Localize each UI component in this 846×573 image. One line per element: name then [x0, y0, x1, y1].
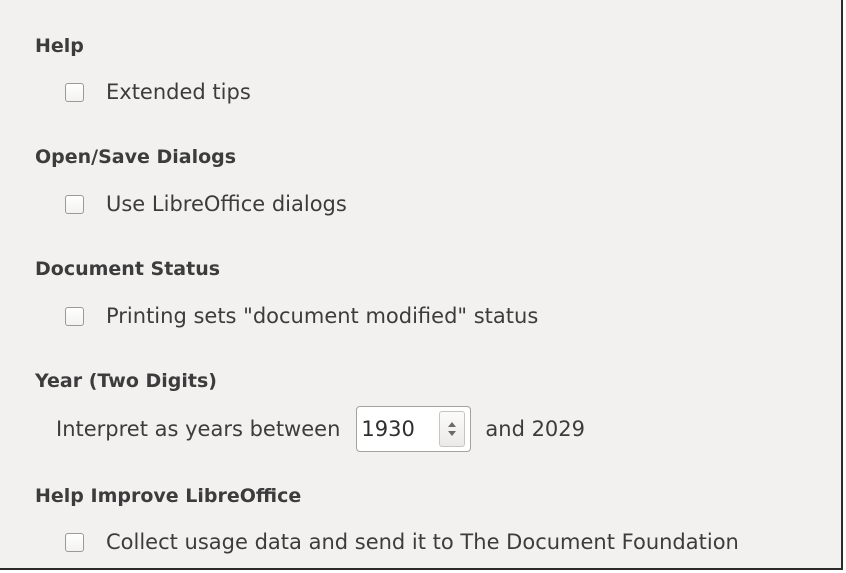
printing-sets-modified-option[interactable]: Printing sets "document modified" status [65, 304, 538, 328]
collect-usage-option[interactable]: Collect usage data and send it to The Do… [65, 530, 739, 554]
year-range-row: Interpret as years between 1930 and 2029 [56, 406, 585, 452]
spin-up-icon[interactable] [448, 422, 457, 427]
extended-tips-checkbox[interactable] [65, 82, 84, 102]
use-libreoffice-dialogs-label: Use LibreOffice dialogs [106, 191, 347, 216]
spin-down-icon[interactable] [448, 431, 457, 436]
printing-sets-modified-label: Printing sets "document modified" status [106, 303, 539, 328]
improve-section-title: Help Improve LibreOffice [35, 485, 302, 507]
help-section-title: Help [35, 35, 84, 57]
document-status-section-title: Document Status [35, 258, 221, 280]
end-year-label: and 2029 [485, 417, 586, 441]
use-libreoffice-dialogs-checkbox[interactable] [65, 194, 84, 214]
printing-sets-modified-checkbox[interactable] [65, 306, 84, 326]
extended-tips-label: Extended tips [106, 79, 251, 104]
options-panel: Help Extended tips Open/Save Dialogs Use… [0, 0, 843, 570]
open-save-section-title: Open/Save Dialogs [35, 146, 237, 168]
year-section-title: Year (Two Digits) [35, 370, 217, 392]
use-libreoffice-dialogs-option[interactable]: Use LibreOffice dialogs [65, 192, 347, 216]
interpret-years-label: Interpret as years between [56, 417, 341, 441]
start-year-value[interactable]: 1930 [357, 417, 439, 441]
collect-usage-checkbox[interactable] [65, 532, 84, 552]
start-year-spinbox[interactable]: 1930 [356, 406, 472, 452]
start-year-spin-buttons[interactable] [439, 411, 466, 447]
collect-usage-label: Collect usage data and send it to The Do… [106, 529, 739, 554]
extended-tips-option[interactable]: Extended tips [65, 80, 251, 104]
